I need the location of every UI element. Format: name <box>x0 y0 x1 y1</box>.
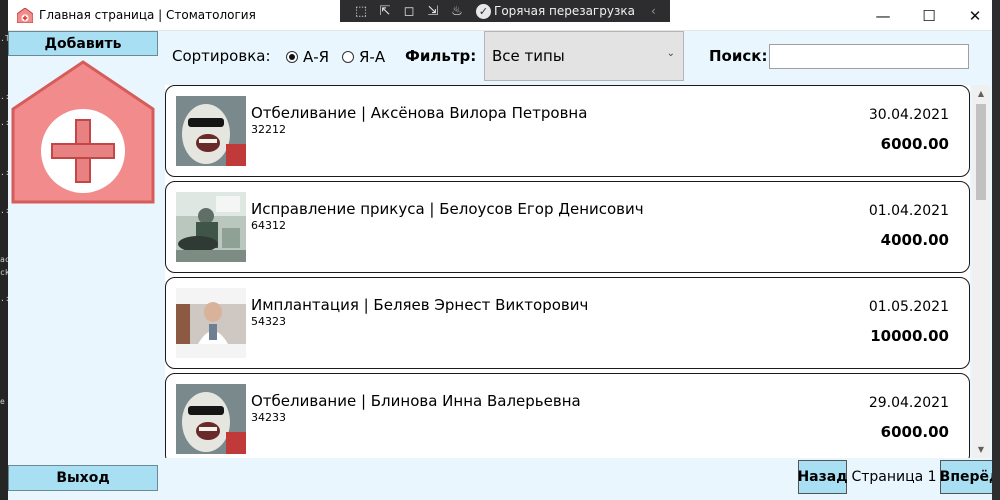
sort-label: Сортировка: <box>172 47 271 65</box>
maximize-button[interactable]: ☐ <box>906 0 952 31</box>
service-code: 64312 <box>251 219 286 232</box>
filter-select[interactable]: Все типы ⌄ <box>484 31 684 81</box>
title-bar: Главная страница | Стоматология ⬚ ⇱ ◻ ⇲ … <box>8 0 1000 31</box>
display-layout-adorners-icon[interactable]: ⇱ <box>376 2 394 20</box>
service-title: Отбеливание | Аксёнова Вилора Петровна <box>251 104 588 122</box>
service-date: 29.04.2021 <box>868 395 949 411</box>
sort-az-label: А-Я <box>303 48 330 66</box>
dentist-office-photo <box>176 192 246 262</box>
close-icon: ✕ <box>968 6 982 25</box>
collapse-toolbar-icon[interactable]: ‹ <box>651 4 656 18</box>
window-title: Главная страница | Стоматология <box>39 8 256 22</box>
minimize-button[interactable]: — <box>860 0 906 31</box>
sort-za-radio[interactable]: Я-А <box>342 48 385 66</box>
filter-selected-value: Все типы <box>492 47 565 65</box>
service-card[interactable]: Имплантация | Беляев Эрнест Викторович 5… <box>165 277 970 369</box>
whitening-photo <box>176 96 246 166</box>
exit-button[interactable]: Выход <box>8 465 158 491</box>
maximize-icon: ☐ <box>922 6 936 25</box>
service-title: Исправление прикуса | Белоусов Егор Дени… <box>251 200 644 218</box>
hot-reload-icon[interactable]: ♨ <box>448 2 466 20</box>
list-scrollbar[interactable]: ▲ ▼ <box>972 85 990 458</box>
main-content: Сортировка: А-Я Я-А Фильтр: Все типы ⌄ П… <box>158 31 1000 500</box>
search-label: Поиск: <box>709 47 768 65</box>
service-code: 54323 <box>251 315 286 328</box>
service-title: Отбеливание | Блинова Инна Валерьевна <box>251 392 581 410</box>
scroll-up-icon[interactable]: ▲ <box>972 85 990 102</box>
left-panel: Добавить Выход <box>8 31 158 500</box>
filter-label: Фильтр: <box>405 47 477 65</box>
service-title: Имплантация | Беляев Эрнест Викторович <box>251 296 589 314</box>
scrollbar-thumb[interactable] <box>976 104 986 200</box>
next-button[interactable]: Вперёд <box>940 460 1000 494</box>
debug-toolbar: ⬚ ⇱ ◻ ⇲ ♨ ✓ Горячая перезагрузка ‹ <box>340 0 670 22</box>
app-window: Главная страница | Стоматология ⬚ ⇱ ◻ ⇲ … <box>8 0 1000 500</box>
services-list[interactable]: Отбеливание | Аксёнова Вилора Петровна 3… <box>165 85 970 458</box>
select-element-icon[interactable]: ⬚ <box>352 2 370 20</box>
scroll-down-icon[interactable]: ▼ <box>972 441 990 458</box>
service-price: 4000.00 <box>880 231 949 249</box>
chevron-down-icon: ⌄ <box>666 48 675 59</box>
background-ide-strip-right <box>992 0 1000 500</box>
back-button[interactable]: Назад <box>797 460 848 494</box>
radio-unchecked-icon <box>342 51 354 63</box>
element-picker-icon[interactable]: ⇲ <box>424 2 442 20</box>
search-input[interactable] <box>769 44 969 69</box>
service-date: 01.05.2021 <box>868 299 949 315</box>
whitening-photo <box>176 384 246 454</box>
filter-toolbar: Сортировка: А-Я Я-А Фильтр: Все типы ⌄ П… <box>158 31 1000 81</box>
service-card[interactable]: Исправление прикуса | Белоусов Егор Дени… <box>165 181 970 273</box>
service-date: 01.04.2021 <box>868 203 949 219</box>
doctor-photo <box>176 288 246 358</box>
sort-az-radio[interactable]: А-Я <box>286 48 329 66</box>
service-price: 6000.00 <box>880 135 949 153</box>
service-card[interactable]: Отбеливание | Блинова Инна Валерьевна 34… <box>165 373 970 458</box>
hot-reload-status[interactable]: ✓ Горячая перезагрузка <box>476 3 635 19</box>
sort-za-label: Я-А <box>359 48 386 66</box>
track-focus-icon[interactable]: ◻ <box>400 2 418 20</box>
service-price: 10000.00 <box>870 327 949 345</box>
page-indicator: Страница 1 <box>851 469 937 485</box>
service-code: 34233 <box>251 411 286 424</box>
service-date: 30.04.2021 <box>868 107 949 123</box>
app-logo-icon <box>17 8 33 23</box>
service-code: 32212 <box>251 123 286 136</box>
check-circle-icon: ✓ <box>476 3 491 19</box>
radio-checked-icon <box>286 51 298 63</box>
hot-reload-label: Горячая перезагрузка <box>494 4 635 18</box>
dental-clinic-logo-icon <box>11 60 155 204</box>
service-card[interactable]: Отбеливание | Аксёнова Вилора Петровна 3… <box>165 85 970 177</box>
minimize-icon: — <box>875 6 891 25</box>
service-price: 6000.00 <box>880 423 949 441</box>
add-button[interactable]: Добавить <box>8 31 158 56</box>
